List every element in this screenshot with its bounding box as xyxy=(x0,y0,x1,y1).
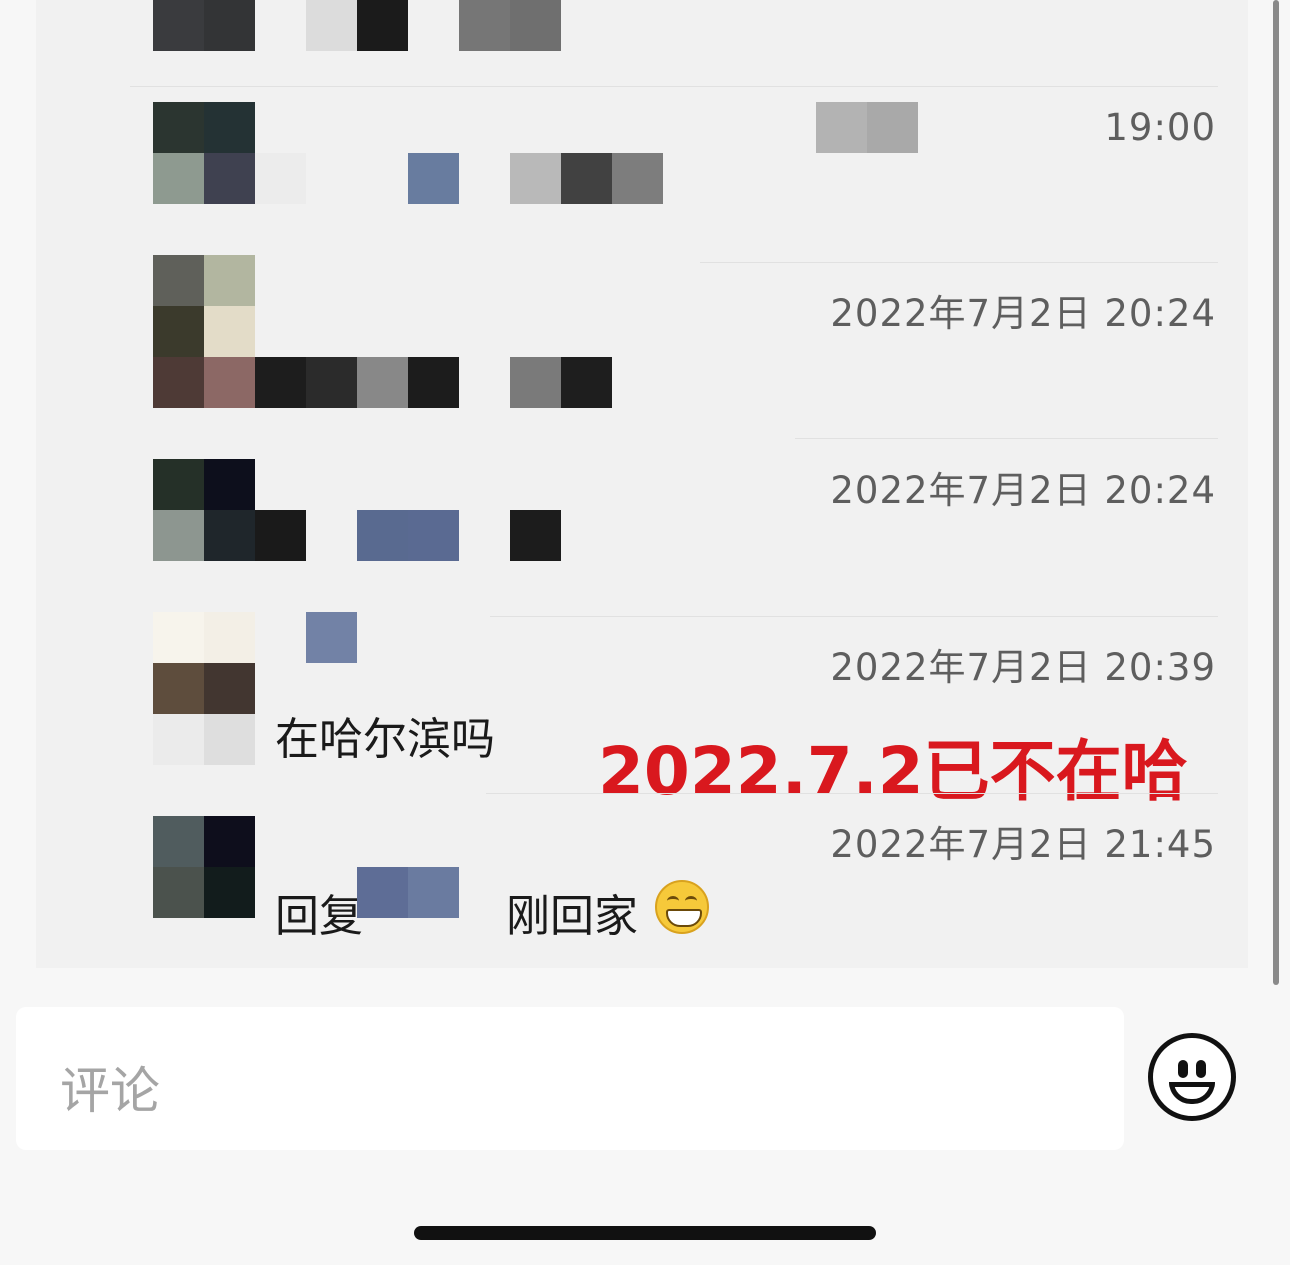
comment-timestamp: 19:00 xyxy=(1104,106,1216,149)
pixelated-username xyxy=(255,153,306,204)
pixelated-username xyxy=(306,0,408,51)
comment-timestamp: 2022年7月2日 20:24 xyxy=(830,292,1216,335)
pixelated-avatar xyxy=(153,0,255,51)
pixelated-text xyxy=(510,153,663,204)
pixelated-username xyxy=(357,867,459,918)
divider xyxy=(486,793,1218,794)
pixelated-text xyxy=(459,0,561,51)
avatar[interactable] xyxy=(153,255,255,408)
comment-timestamp: 2022年7月2日 20:39 xyxy=(830,646,1216,689)
avatar[interactable] xyxy=(153,102,255,204)
pixelated-date xyxy=(816,102,918,153)
reply-label: 回复 xyxy=(275,891,363,942)
annotation-text: 2022.7.2已不在哈 xyxy=(598,733,1188,810)
avatar[interactable] xyxy=(153,612,255,765)
divider xyxy=(795,438,1218,439)
pixelated-username xyxy=(357,510,459,561)
pixelated-username xyxy=(408,153,459,204)
grinning-emoji-icon xyxy=(655,880,709,934)
divider xyxy=(700,262,1218,263)
home-indicator[interactable] xyxy=(414,1226,876,1240)
avatar[interactable] xyxy=(153,459,255,561)
smiley-face-icon[interactable] xyxy=(1148,1033,1236,1121)
comment-input[interactable]: 评论 xyxy=(16,1007,1124,1150)
divider xyxy=(490,616,1218,617)
comment-timestamp: 2022年7月2日 20:24 xyxy=(830,469,1216,512)
pixelated-username xyxy=(306,612,357,663)
scrollbar[interactable] xyxy=(1273,0,1279,985)
pixelated-text xyxy=(510,357,612,408)
comment-placeholder: 评论 xyxy=(60,1062,160,1120)
pixelated-username xyxy=(255,357,459,408)
pixelated-username xyxy=(255,510,306,561)
divider xyxy=(130,86,1218,87)
comment-text: 刚回家 xyxy=(506,891,638,942)
pixelated-text xyxy=(510,510,561,561)
comment-text: 在哈尔滨吗 xyxy=(275,714,495,765)
comment-timestamp: 2022年7月2日 21:45 xyxy=(830,823,1216,866)
avatar[interactable] xyxy=(153,816,255,918)
